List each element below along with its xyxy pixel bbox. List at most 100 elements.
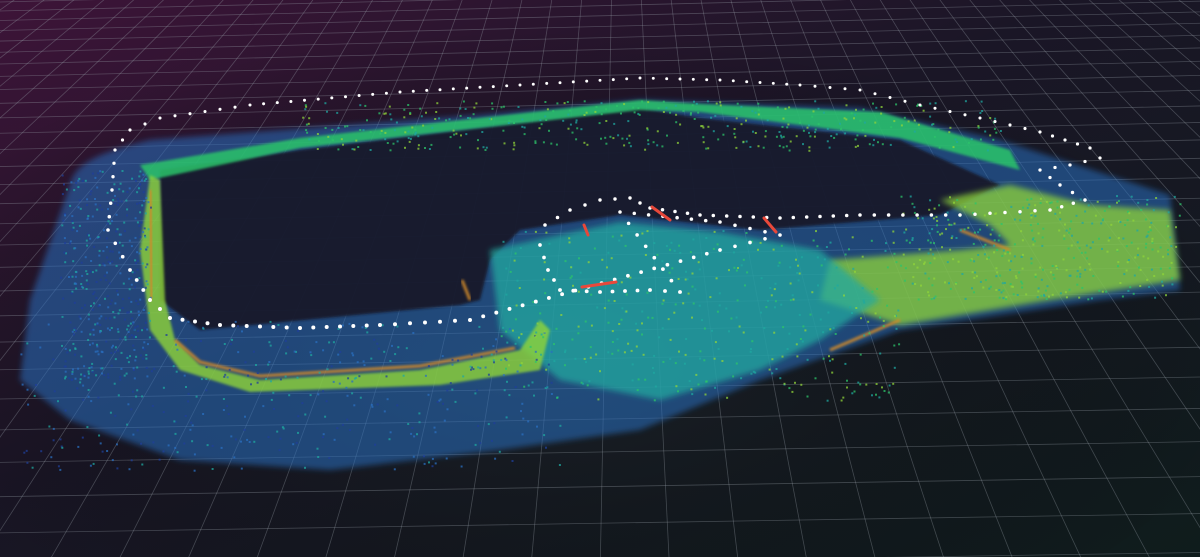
cloud-point xyxy=(114,414,117,417)
cloud-point xyxy=(539,312,542,315)
cloud-point xyxy=(506,380,508,383)
cloud-point xyxy=(130,300,133,303)
3d-map-viewport[interactable] xyxy=(0,0,1200,557)
cloud-point xyxy=(593,247,596,250)
cloud-point xyxy=(590,293,593,296)
cloud-point xyxy=(791,390,794,393)
cloud-point xyxy=(94,323,97,326)
cloud-point xyxy=(701,319,703,322)
cloud-point xyxy=(844,132,847,135)
cloud-point xyxy=(690,388,693,391)
cloud-point xyxy=(494,457,497,460)
cloud-point xyxy=(1087,204,1090,207)
cloud-point xyxy=(502,129,505,132)
cloud-point xyxy=(152,441,155,444)
trajectory-point xyxy=(948,109,952,114)
cloud-point xyxy=(82,384,85,387)
cloud-point xyxy=(998,289,1001,291)
cloud-point xyxy=(854,145,857,148)
cloud-point xyxy=(262,405,265,408)
cloud-point xyxy=(806,126,809,129)
cloud-point xyxy=(143,199,145,202)
cloud-point xyxy=(1053,277,1056,280)
cloud-point xyxy=(99,278,102,281)
cloud-point xyxy=(474,443,477,446)
cloud-point xyxy=(90,328,93,331)
cloud-point xyxy=(392,142,395,145)
cloud-point xyxy=(895,327,898,330)
cloud-point xyxy=(117,312,120,315)
cloud-point xyxy=(647,139,650,142)
cloud-point xyxy=(1151,248,1154,251)
cloud-point xyxy=(446,389,449,392)
cloud-point xyxy=(1139,269,1142,271)
cloud-point xyxy=(116,289,119,292)
cloud-point xyxy=(682,302,685,305)
cloud-point xyxy=(993,251,996,254)
cloud-point xyxy=(1022,206,1025,209)
cloud-point xyxy=(973,276,976,279)
cloud-point xyxy=(102,262,105,265)
cloud-point xyxy=(91,370,94,373)
cloud-point xyxy=(136,191,139,194)
cloud-point xyxy=(83,375,86,378)
cloud-point xyxy=(77,186,80,189)
cloud-point xyxy=(284,375,287,378)
cloud-point xyxy=(352,354,355,357)
cloud-point xyxy=(132,344,135,347)
cloud-point xyxy=(703,359,706,362)
cloud-point xyxy=(141,395,144,398)
cloud-point xyxy=(77,206,80,209)
cloud-point xyxy=(1059,292,1062,295)
cloud-point xyxy=(86,244,89,247)
cloud-point xyxy=(888,384,891,387)
cloud-point xyxy=(71,275,74,278)
cloud-point xyxy=(654,385,657,388)
cloud-point xyxy=(1121,295,1124,298)
cloud-point xyxy=(493,361,495,364)
cloud-point xyxy=(1148,285,1151,288)
cloud-point xyxy=(145,197,148,199)
cloud-point xyxy=(865,383,868,386)
cloud-point xyxy=(491,107,494,110)
cloud-point xyxy=(315,341,318,344)
cloud-point xyxy=(104,297,106,300)
cloud-point xyxy=(583,100,586,103)
cloud-point xyxy=(1127,289,1130,292)
cloud-point xyxy=(35,384,37,386)
trajectory-point xyxy=(205,321,210,326)
point-cloud-scene[interactable] xyxy=(0,0,1200,557)
cloud-point xyxy=(64,242,67,245)
cloud-point xyxy=(482,146,485,149)
cloud-point xyxy=(361,326,364,329)
cloud-point xyxy=(1030,257,1033,260)
cloud-point xyxy=(850,112,853,115)
cloud-point xyxy=(1033,240,1036,243)
cloud-point xyxy=(789,266,792,269)
cloud-point xyxy=(1056,267,1059,270)
cloud-point xyxy=(488,118,491,120)
trajectory-point xyxy=(364,323,369,328)
cloud-point xyxy=(117,330,120,333)
cloud-point xyxy=(130,459,133,462)
trajectory-point xyxy=(711,213,716,218)
cloud-point xyxy=(815,230,817,233)
cloud-point xyxy=(388,438,391,441)
cloud-point xyxy=(1063,234,1066,237)
cloud-point xyxy=(540,333,543,336)
cloud-point xyxy=(641,322,643,325)
cloud-point xyxy=(1014,275,1017,278)
cloud-point xyxy=(118,309,121,312)
cloud-point xyxy=(513,122,515,124)
cloud-point xyxy=(765,306,768,309)
cloud-point xyxy=(411,427,414,429)
trajectory-point xyxy=(963,113,967,117)
cloud-point xyxy=(656,253,659,256)
cloud-point xyxy=(717,348,720,350)
cloud-point xyxy=(1119,282,1122,284)
cloud-point xyxy=(451,388,454,391)
trajectory-point xyxy=(733,244,737,249)
cloud-point xyxy=(673,311,676,314)
trajectory-point xyxy=(652,255,657,260)
cloud-point xyxy=(987,256,990,259)
